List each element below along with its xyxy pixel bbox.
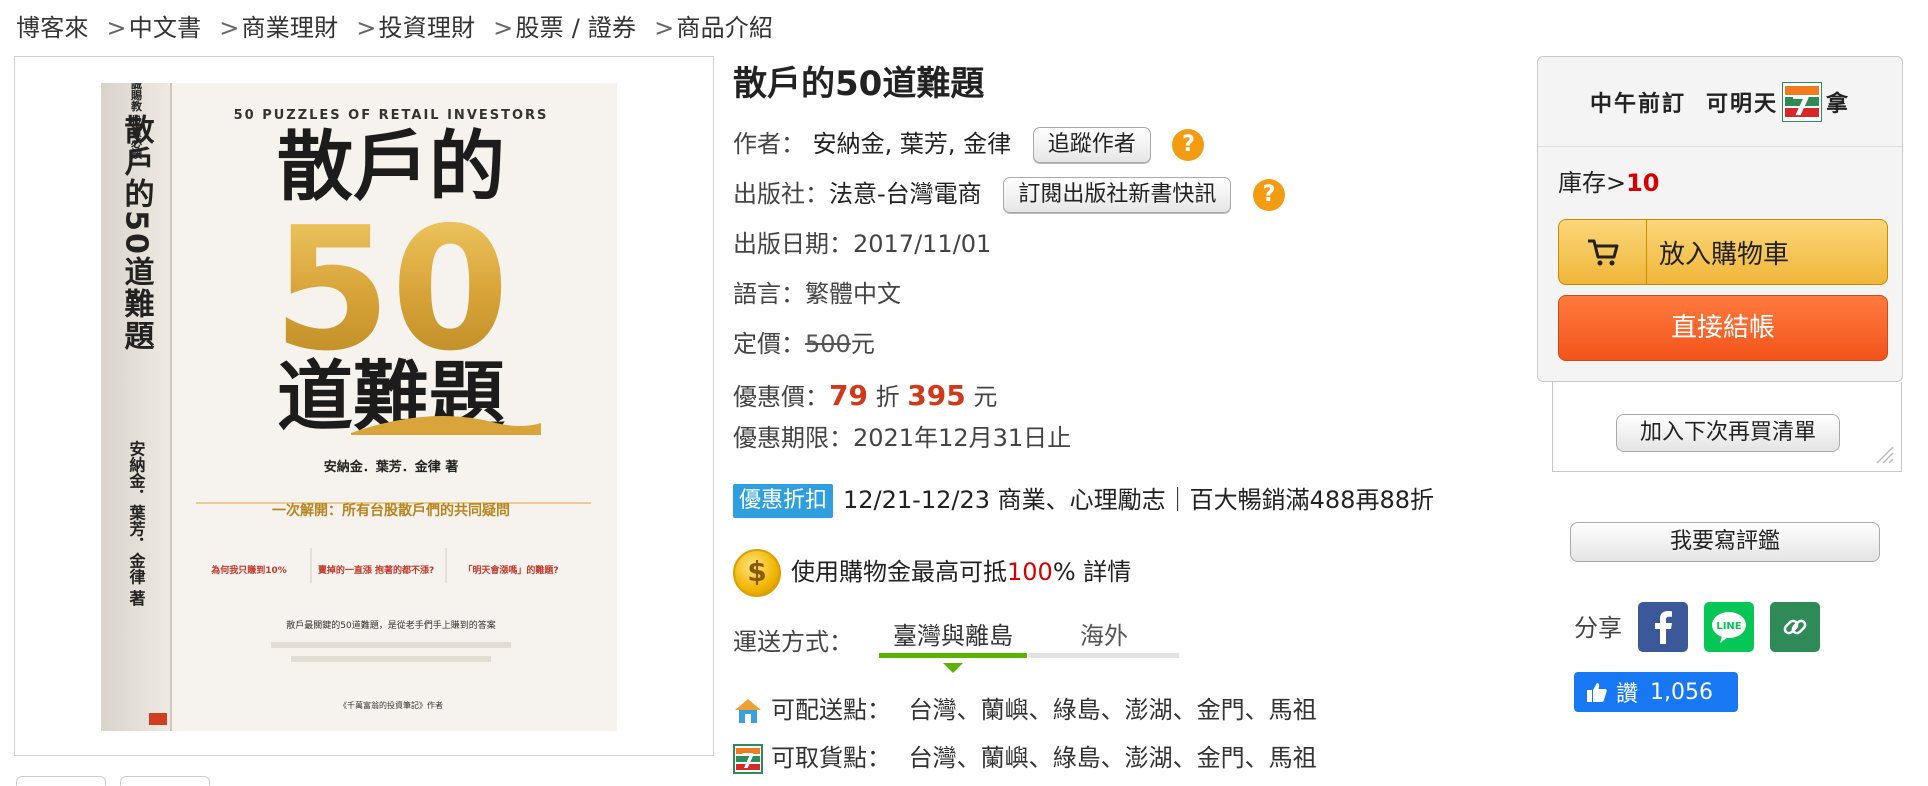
language: 語言：繁體中文 bbox=[733, 280, 901, 308]
add-to-wishlist-button[interactable]: 加入下次再買清單 bbox=[1616, 414, 1840, 452]
product-image[interactable]: 開誠賜教 投資必讀 散戶的50道難題 安納金．葉芳．金律 著 50 PUZZLE… bbox=[14, 56, 714, 756]
follow-author-button[interactable]: 追蹤作者 bbox=[1032, 127, 1151, 163]
stock-count: 10 bbox=[1626, 169, 1660, 197]
like-label: 讚 bbox=[1616, 682, 1639, 707]
delivery-places: 台灣、蘭嶼、綠島、澎湖、金門、馬祖 bbox=[908, 696, 1317, 724]
breadcrumb: 博客來 >中文書 >商業理財 >投資理財 >股票 / 證券 >商品介紹 bbox=[16, 8, 773, 43]
write-review-button[interactable]: 我要寫評鑑 bbox=[1570, 522, 1880, 562]
pickup-row: 7 可取貨點： 台灣、蘭嶼、綠島、澎湖、金門、馬祖 bbox=[733, 738, 1317, 778]
house-icon bbox=[735, 699, 761, 723]
breadcrumb-item[interactable]: 投資理財 bbox=[379, 14, 476, 42]
sale-price-row: 優惠價：79 折 395 元 bbox=[733, 376, 997, 416]
add-to-cart-label: 放入購物車 bbox=[1659, 239, 1790, 270]
help-icon[interactable]: ? bbox=[1172, 129, 1205, 161]
svg-text:一次解開：所有台股散戶們的共同疑問: 一次解開：所有台股散戶們的共同疑問 bbox=[272, 502, 510, 519]
delivery-promise-text: 中午前訂 bbox=[1589, 91, 1686, 117]
delivery-promise: 中午前訂 可明天 7 拿 bbox=[1538, 57, 1902, 147]
help-icon[interactable]: ? bbox=[1252, 179, 1285, 211]
delivery-promise-text: 拿 bbox=[1826, 91, 1851, 117]
breadcrumb-current: 商品介紹 bbox=[676, 14, 774, 42]
facebook-like-button[interactable]: 讚 1,056 bbox=[1574, 672, 1738, 712]
subscribe-publisher-button[interactable]: 訂閱出版社新書快訊 bbox=[1003, 177, 1232, 213]
svg-text:散戶最關鍵的50道難題，是從老手們手上賺到的答案: 散戶最關鍵的50道難題，是從老手們手上賺到的答案 bbox=[286, 619, 495, 631]
svg-text:《千萬富翁的投資筆記》作者: 《千萬富翁的投資筆記》作者 bbox=[339, 700, 443, 710]
sale-price: 395 bbox=[907, 379, 966, 412]
tab-active-indicator-icon bbox=[943, 663, 963, 673]
copy-link-icon[interactable] bbox=[1770, 602, 1820, 652]
coin-percent: 100 bbox=[1007, 558, 1053, 586]
publisher-label: 出版社： bbox=[733, 180, 829, 208]
svg-text:7: 7 bbox=[1791, 89, 1812, 122]
tab-domestic-shipping[interactable]: 臺灣與離島 bbox=[879, 618, 1027, 658]
shipping-label: 運送方式： bbox=[733, 628, 853, 656]
promo-row: 優惠折扣 12/21-12/23 商業、心理勵志｜百大暢銷滿488再88折 bbox=[733, 480, 1434, 520]
breadcrumb-separator: > bbox=[493, 14, 514, 42]
svg-text:7: 7 bbox=[741, 749, 755, 773]
discount-unit: 折 bbox=[875, 383, 900, 411]
svg-text:LINE: LINE bbox=[1716, 621, 1741, 632]
thumbnail-tab[interactable] bbox=[120, 776, 210, 786]
delivery-label: 可配送點： bbox=[771, 696, 891, 724]
like-count: 1,056 bbox=[1650, 679, 1713, 705]
thumbnail-tab[interactable] bbox=[16, 776, 106, 786]
breadcrumb-item[interactable]: 股票 / 證券 bbox=[515, 14, 636, 42]
breadcrumb-item[interactable]: 博客來 bbox=[16, 14, 89, 42]
breadcrumb-separator: > bbox=[356, 14, 377, 42]
breadcrumb-item[interactable]: 中文書 bbox=[129, 14, 202, 42]
coin-text: 使用購物金最高可抵 bbox=[791, 558, 1007, 586]
currency-unit: 元 bbox=[973, 383, 998, 411]
svg-text:為何我只賺到10%: 為何我只賺到10% bbox=[210, 564, 287, 576]
publish-date: 出版日期：2017/11/01 bbox=[733, 230, 992, 258]
breadcrumb-separator: > bbox=[654, 14, 675, 42]
author-label: 作者： bbox=[733, 130, 805, 158]
promo-link[interactable]: 12/21-12/23 商業、心理勵志｜百大暢銷滿488再88折 bbox=[843, 486, 1434, 514]
svg-text:賣掉的一直漲 抱著的都不漲?: 賣掉的一直漲 抱著的都不漲? bbox=[317, 564, 434, 576]
discount-value: 79 bbox=[829, 379, 868, 412]
list-price: 500 bbox=[805, 330, 851, 358]
sale-price-label: 優惠價： bbox=[733, 383, 829, 411]
line-share-icon[interactable]: LINE bbox=[1704, 602, 1754, 652]
svg-text:散戶的50道難題: 散戶的50道難題 bbox=[119, 114, 155, 352]
svg-text:安納金．葉芳．金律 著: 安納金．葉芳．金律 著 bbox=[324, 459, 459, 475]
tab-overseas-shipping[interactable]: 海外 bbox=[1029, 618, 1179, 658]
cart-icon bbox=[1559, 220, 1647, 284]
add-to-cart-button[interactable]: 放入購物車 bbox=[1558, 219, 1888, 285]
svg-text:「明天會漲嗎」的難題?: 「明天會漲嗎」的難題? bbox=[463, 564, 558, 576]
seven-eleven-icon: 7 bbox=[733, 744, 763, 774]
currency-unit: 元 bbox=[850, 330, 875, 358]
stock-label: 庫存> bbox=[1558, 169, 1627, 197]
publisher-row: 出版社：法意-台灣電商 訂閱出版社新書快訊 ? bbox=[733, 174, 1285, 214]
breadcrumb-separator: > bbox=[106, 14, 127, 42]
list-price-label: 定價： bbox=[733, 330, 805, 358]
coin-details-link[interactable]: % 詳情 bbox=[1053, 558, 1131, 586]
publisher-link[interactable]: 法意-台灣電商 bbox=[829, 180, 982, 208]
promo-badge: 優惠折扣 bbox=[733, 484, 834, 518]
list-price-row: 定價：500元 bbox=[733, 324, 875, 364]
thumbs-up-icon bbox=[1587, 683, 1607, 702]
stock-status: 庫存>10 bbox=[1558, 163, 1660, 198]
author-row: 作者： 安納金, 葉芳, 金律 追蹤作者 ? bbox=[733, 124, 1205, 164]
svg-text:50 PUZZLES OF RETAIL INVESTORS: 50 PUZZLES OF RETAIL INVESTORS bbox=[234, 108, 549, 123]
breadcrumb-item[interactable]: 商業理財 bbox=[242, 14, 339, 42]
product-title: 散戶的50道難題 bbox=[733, 64, 985, 104]
sale-period: 優惠期限：2021年12月31日止 bbox=[733, 424, 1072, 452]
coin-row: $ 使用購物金最高可抵100% 詳情 bbox=[733, 544, 1131, 600]
coin-icon: $ bbox=[733, 549, 781, 597]
share-label: 分享 bbox=[1574, 614, 1622, 642]
book-cover-image: 開誠賜教 投資必讀 散戶的50道難題 安納金．葉芳．金律 著 50 PUZZLE… bbox=[101, 83, 617, 731]
author-links[interactable]: 安納金, 葉芳, 金律 bbox=[813, 130, 1012, 158]
seven-eleven-logo-icon: 7 bbox=[1782, 81, 1822, 122]
delivery-row: 可配送點： 台灣、蘭嶼、綠島、澎湖、金門、馬祖 bbox=[733, 690, 1317, 730]
wishlist-panel: 加入下次再買清單 bbox=[1552, 382, 1902, 472]
breadcrumb-separator: > bbox=[219, 14, 240, 42]
checkout-button[interactable]: 直接結帳 bbox=[1558, 295, 1888, 361]
pickup-label: 可取貨點： bbox=[771, 744, 891, 772]
delivery-promise-text: 可明天 bbox=[1705, 91, 1778, 117]
svg-text:安納金．葉芳．金律 著: 安納金．葉芳．金律 著 bbox=[127, 439, 147, 606]
resize-grip-icon bbox=[1876, 446, 1894, 464]
facebook-share-icon[interactable] bbox=[1638, 602, 1688, 652]
purchase-panel: 中午前訂 可明天 7 拿 庫存>10 放入購物車 直接結帳 bbox=[1537, 56, 1903, 382]
pickup-places: 台灣、蘭嶼、綠島、澎湖、金門、馬祖 bbox=[908, 744, 1317, 772]
